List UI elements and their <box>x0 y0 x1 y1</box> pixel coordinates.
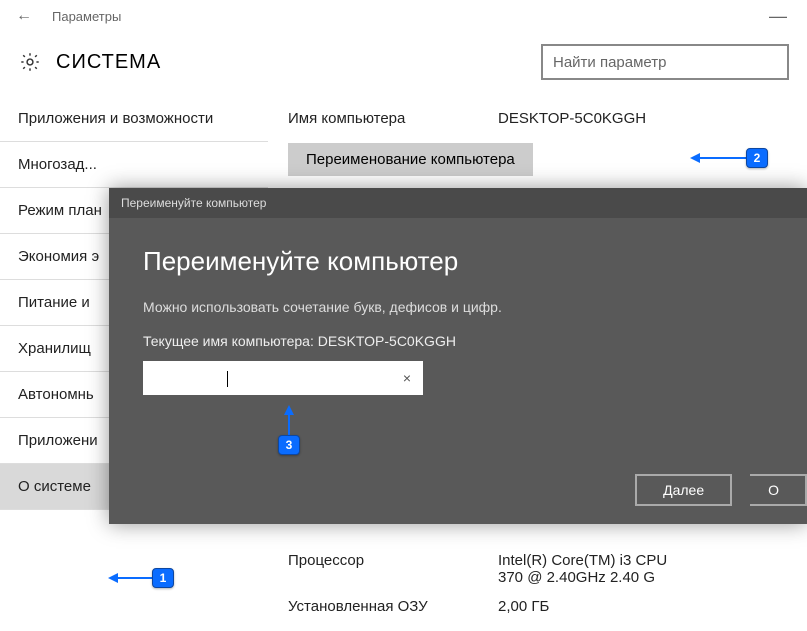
page-header: СИСТЕМА Найти параметр <box>0 32 807 96</box>
current-name-label: Текущее имя компьютера: DESKTOP-5C0KGGH <box>143 333 773 349</box>
clear-input-icon[interactable]: × <box>399 370 415 386</box>
search-input[interactable]: Найти параметр <box>541 44 789 80</box>
sidebar-item-multitask[interactable]: Многозад... <box>0 142 268 188</box>
ram-value: 2,00 ГБ <box>498 598 549 615</box>
sidebar-item-apps[interactable]: Приложения и возможности <box>0 96 268 142</box>
dialog-heading: Переименуйте компьютер <box>143 246 773 277</box>
computer-name-value: DESKTOP-5C0KGGH <box>498 110 646 127</box>
window-title: Параметры <box>52 9 121 24</box>
next-button[interactable]: Далее <box>635 474 732 506</box>
back-button[interactable]: ← <box>8 7 40 25</box>
rename-dialog: Переименуйте компьютер Переименуйте комп… <box>109 188 807 524</box>
minimize-button[interactable]: — <box>757 6 799 27</box>
cancel-button[interactable]: О <box>750 474 807 506</box>
dialog-hint: Можно использовать сочетание букв, дефис… <box>143 299 773 315</box>
processor-label: Процессор <box>288 552 498 586</box>
processor-value: Intel(R) Core(TM) i3 CPU 370 @ 2.40GHz 2… <box>498 552 667 586</box>
new-name-input[interactable]: Windows10i × <box>143 361 423 395</box>
computer-name-label: Имя компьютера <box>288 110 498 127</box>
page-title: СИСТЕМА <box>56 51 161 74</box>
gear-icon <box>18 50 42 74</box>
ram-label: Установленная ОЗУ <box>288 598 498 615</box>
search-placeholder: Найти параметр <box>553 54 667 71</box>
rename-computer-button[interactable]: Переименование компьютера <box>288 143 533 176</box>
new-name-value: Windows10i <box>151 369 399 386</box>
window-titlebar: ← Параметры — <box>0 0 807 32</box>
dialog-titlebar: Переименуйте компьютер <box>109 188 807 218</box>
